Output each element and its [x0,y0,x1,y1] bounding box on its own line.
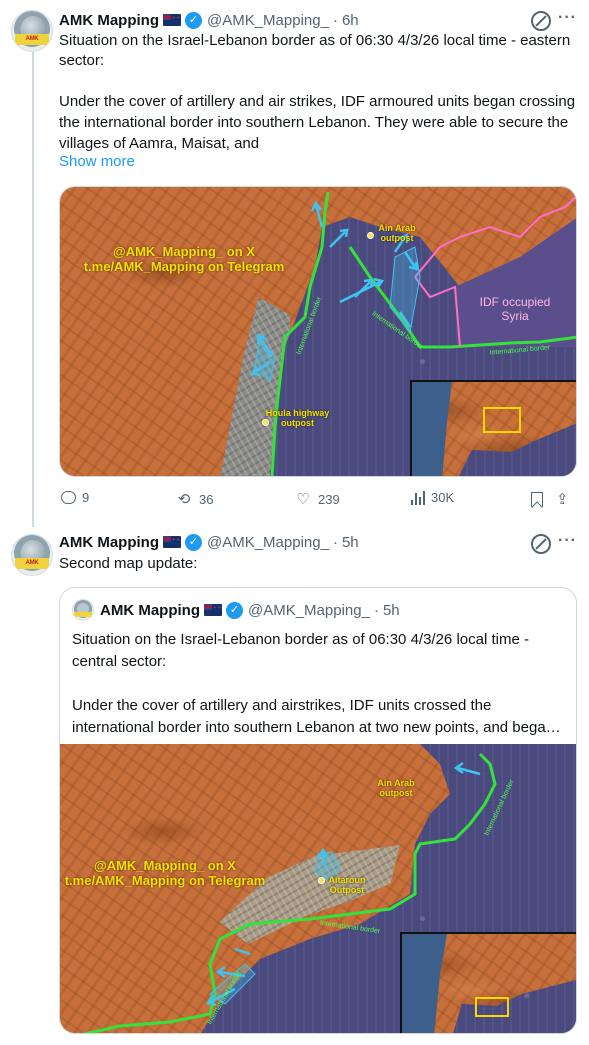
share-icon[interactable]: ⇪ [556,490,569,508]
avatar[interactable]: AMK [11,534,53,576]
separator-dot: · [373,601,379,619]
map-watermark: @AMK_Mapping_ on X t.me/AMK_Mapping on T… [60,858,270,889]
avatar-ribbon: AMK [15,34,49,45]
tweet-header: AMK Mapping ✓ @AMK_Mapping_ · 5h [59,532,359,552]
watermark-line2: t.me/AMK_Mapping on Telegram [64,872,266,888]
author-name[interactable]: AMK Mapping [59,534,159,551]
tweet-time[interactable]: 5h [342,534,359,551]
views-count: 30K [431,490,455,505]
watermark-line1: @AMK_Mapping_ on X [94,858,236,873]
separator-dot: · [332,11,338,29]
avatar-ribbon [74,612,92,617]
more-options-icon[interactable]: ··· [558,9,577,27]
verified-badge-icon: ✓ [225,601,243,619]
grok-icon[interactable] [531,11,551,31]
repost-button[interactable]: ⟲ 36 [175,490,214,508]
tweet-header: AMK Mapping ✓ @AMK_Mapping_ · 6h [59,10,359,30]
map-image-eastern-sector[interactable]: @AMK_Mapping_ on X t.me/AMK_Mapping on T… [59,186,577,477]
map-watermark: @AMK_Mapping_ on X t.me/AMK_Mapping on T… [74,244,294,275]
bookmark-icon[interactable] [531,492,543,507]
heart-icon: ♡ [296,491,310,508]
aitaroun-outpost-label: Aitaroun Outpost [328,875,366,896]
tweet-text: Second map update: [59,555,198,572]
quoted-text-line2: Under the cover of artillery and airstri… [72,697,561,736]
location-inset-map [400,932,576,1033]
avatar-ribbon: AMK [15,558,49,569]
international-border-line [270,191,330,476]
repost-icon: ⟲ [177,491,191,508]
new-zealand-flag-icon [203,604,222,616]
author-name[interactable]: AMK Mapping [59,12,159,29]
tweet-text-line2: Under the cover of artillery and air str… [59,93,576,152]
quoted-text-line1: Situation on the Israel-Lebanon border a… [72,631,529,670]
quoted-tweet-time: 5h [382,601,400,619]
tweet-actions: 9 ⟲ 36 ♡ 239 30K ⇪ [59,490,579,510]
ain-arab-outpost-label: Ain Arab outpost [378,223,416,244]
houla-outpost-label: Houla highway outpost [265,408,330,429]
watermark-line2: t.me/AMK_Mapping on Telegram [83,258,285,274]
tweet-text: Situation on the Israel-Lebanon border a… [59,31,579,154]
author-handle[interactable]: @AMK_Mapping_ [207,12,329,29]
avatar[interactable]: AMK [11,10,53,52]
author-handle[interactable]: @AMK_Mapping_ [207,534,329,551]
quoted-author-name: AMK Mapping [100,601,200,619]
new-zealand-flag-icon [162,536,181,548]
reply-icon [61,491,76,504]
tweet-1[interactable]: AMK AMK Mapping ✓ @AMK_Mapping_ · 6h ···… [0,0,589,527]
verified-badge-icon: ✓ [184,533,202,551]
reply-count: 9 [82,490,90,505]
quoted-tweet-card[interactable]: AMK Mapping ✓ @AMK_Mapping_ · 5h Situati… [59,587,577,1034]
quoted-tweet-header: AMK Mapping ✓ @AMK_Mapping_ · 5h [100,600,400,620]
tweet-text-line1: Situation on the Israel-Lebanon border a… [59,32,571,69]
occupied-syria-line1: IDF occupied [479,295,551,309]
new-zealand-flag-icon [162,14,181,26]
more-options-icon[interactable]: ··· [558,532,577,550]
tweet-time[interactable]: 6h [342,12,359,29]
quoted-tweet-text: Situation on the Israel-Lebanon border a… [72,629,562,739]
views-icon [411,490,425,505]
idf-occupied-syria-label: IDF occupied Syria [470,295,560,324]
syria-border-line-south [414,276,461,348]
inset-area-box [475,997,509,1017]
repost-count: 36 [199,491,214,507]
verified-badge-icon: ✓ [184,11,202,29]
quoted-avatar [72,599,94,621]
like-button[interactable]: ♡ 239 [294,490,340,508]
occupied-syria-line2: Syria [501,308,529,323]
map-image-central-sector[interactable]: @AMK_Mapping_ on X t.me/AMK_Mapping on T… [60,744,576,1033]
reply-button[interactable]: 9 [61,490,89,505]
views-button[interactable]: 30K [411,490,454,505]
location-inset-map [410,380,576,476]
quoted-author-handle: @AMK_Mapping_ [247,601,370,619]
show-more-link[interactable]: Show more [59,153,135,170]
like-count: 239 [318,491,340,507]
grok-icon[interactable] [531,534,551,554]
watermark-line1: @AMK_Mapping_ on X [113,244,255,259]
inset-area-box [483,407,521,433]
ain-arab-outpost-label: Ain Arab outpost [377,778,415,799]
separator-dot: · [332,533,338,551]
syria-border-line [414,195,576,278]
